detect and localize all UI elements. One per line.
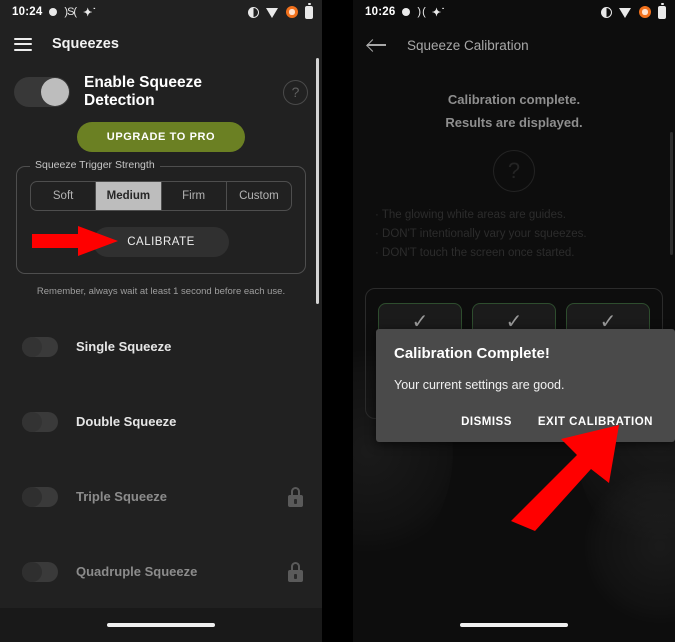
list-item-label: Triple Squeeze [76,489,168,504]
contrast-icon [248,6,259,18]
question-mark-icon[interactable]: ? [493,150,535,192]
status-clock: 10:26 [365,6,396,18]
wifi-icon [266,7,279,18]
nav-bar-right [353,608,675,642]
dual-screenshot-container: 10:24 )S( ✦˙ Squeezes Enable Squeeze Det… [0,0,675,642]
list-item-double-squeeze[interactable]: Double Squeeze [0,384,322,459]
home-indicator[interactable] [460,623,568,627]
arrow-up-right-shape [511,425,619,531]
scrollbar-right[interactable] [670,132,673,255]
battery-icon [658,3,666,19]
lock-keyhole [294,498,297,504]
usage-hint-text: Remember, always wait at least 1 second … [36,286,286,297]
squeeze-trigger-strength-group: Squeeze Trigger Strength Soft Medium Fir… [16,159,306,274]
toggle-thumb [22,411,42,432]
red-arrow-pointing-right [32,226,118,256]
status-clock: 10:24 [12,6,43,18]
battery-icon [305,3,313,19]
segment-soft[interactable]: Soft [31,182,97,210]
status-bar-right-group [601,3,666,19]
headline-line-2: Results are displayed. [445,115,583,130]
upgrade-to-pro-button[interactable]: UPGRADE TO PRO [76,122,246,152]
upgrade-row: UPGRADE TO PRO [0,110,322,152]
single-squeeze-toggle[interactable] [22,336,58,357]
nav-bar-left [0,608,322,642]
enable-squeeze-detection-toggle[interactable] [14,77,70,107]
quadruple-squeeze-toggle[interactable] [22,561,58,582]
toggle-thumb [22,486,42,507]
instruction-bullet: · DON'T touch the screen once started. [375,247,575,259]
back-arrow-icon[interactable] [367,37,387,53]
calibration-content: Calibration complete. Results are displa… [353,66,675,642]
enable-detection-row: Enable Squeeze Detection ? [0,64,322,110]
calibration-instructions: · The glowing white areas are guides. · … [353,192,675,263]
list-item-triple-squeeze[interactable]: Triple Squeeze [0,459,322,534]
instruction-bullet: · The glowing white areas are guides. [375,209,566,221]
record-dot-icon [49,8,58,16]
list-item-label: Quadruple Squeeze [76,564,198,579]
group-legend: Squeeze Trigger Strength [30,159,160,171]
scrollbar-left[interactable] [316,58,319,304]
instruction-bullet: · DON'T intentionally vary your squeezes… [375,228,587,240]
page-title: Squeeze Calibration [407,37,529,53]
parens-icon: ) ( [417,6,425,18]
lock-icon [287,561,304,582]
lock-keyhole [294,573,297,579]
status-bar-right: 10:26 ) ( ✦˙ [353,0,675,24]
dialog-message: Your current settings are good. [394,378,565,392]
app-bar-right: Squeeze Calibration [353,24,675,66]
recording-icon [286,6,298,18]
status-bar-right-group [248,3,313,19]
list-item-label: Single Squeeze [76,339,172,354]
segment-custom[interactable]: Custom [227,182,291,210]
screen-gutter [322,0,353,642]
red-arrow-pointing-up-right [493,421,623,531]
hamburger-menu-icon[interactable] [14,37,32,51]
toggle-thumb [41,78,69,106]
enable-detection-label: Enable Squeeze Detection [84,74,203,109]
dialog-title: Calibration Complete! [394,345,550,362]
segment-medium[interactable]: Medium [96,182,162,210]
home-indicator[interactable] [107,623,215,627]
status-bar-left: 10:24 )S( ✦˙ [0,0,322,24]
app-bar-left: Squeezes [0,24,322,64]
calibration-headline: Calibration complete. Results are displa… [353,66,675,134]
hamburger-line [14,48,32,51]
sparkle-icon: ✦˙ [431,6,446,19]
hamburger-line [14,37,32,40]
sparkle-icon: ✦˙ [83,6,97,19]
double-squeeze-toggle[interactable] [22,411,58,432]
toggle-thumb [22,336,42,357]
squeeze-list: Single Squeeze Double Squeeze Triple Squ… [0,309,322,642]
question-mark-icon[interactable]: ? [283,79,308,105]
contrast-icon [601,6,612,18]
toggle-thumb [22,561,42,582]
hamburger-line [14,43,32,45]
arrow-right-shape [32,226,118,256]
segment-firm[interactable]: Firm [162,182,227,210]
lock-icon [287,486,304,507]
triple-squeeze-toggle[interactable] [22,486,58,507]
right-phone-screen: 10:26 ) ( ✦˙ Squeeze Calibration Calibra… [353,0,675,642]
list-item-label: Double Squeeze [76,414,177,429]
headline-line-1: Calibration complete. [447,92,581,107]
record-dot-icon [402,8,411,16]
left-phone-screen: 10:24 )S( ✦˙ Squeezes Enable Squeeze Det… [0,0,322,642]
page-title: Squeezes [52,36,119,52]
recording-icon [639,6,651,18]
parens-icon: )S( [64,6,77,18]
wifi-icon [619,7,632,18]
status-bar-left-group: 10:26 ) ( ✦˙ [365,6,445,19]
list-item-single-squeeze[interactable]: Single Squeeze [0,309,322,384]
trigger-strength-segmented-control[interactable]: Soft Medium Firm Custom [30,181,292,211]
status-bar-left-group: 10:24 )S( ✦˙ [12,6,96,19]
list-item-quadruple-squeeze[interactable]: Quadruple Squeeze [0,534,322,609]
